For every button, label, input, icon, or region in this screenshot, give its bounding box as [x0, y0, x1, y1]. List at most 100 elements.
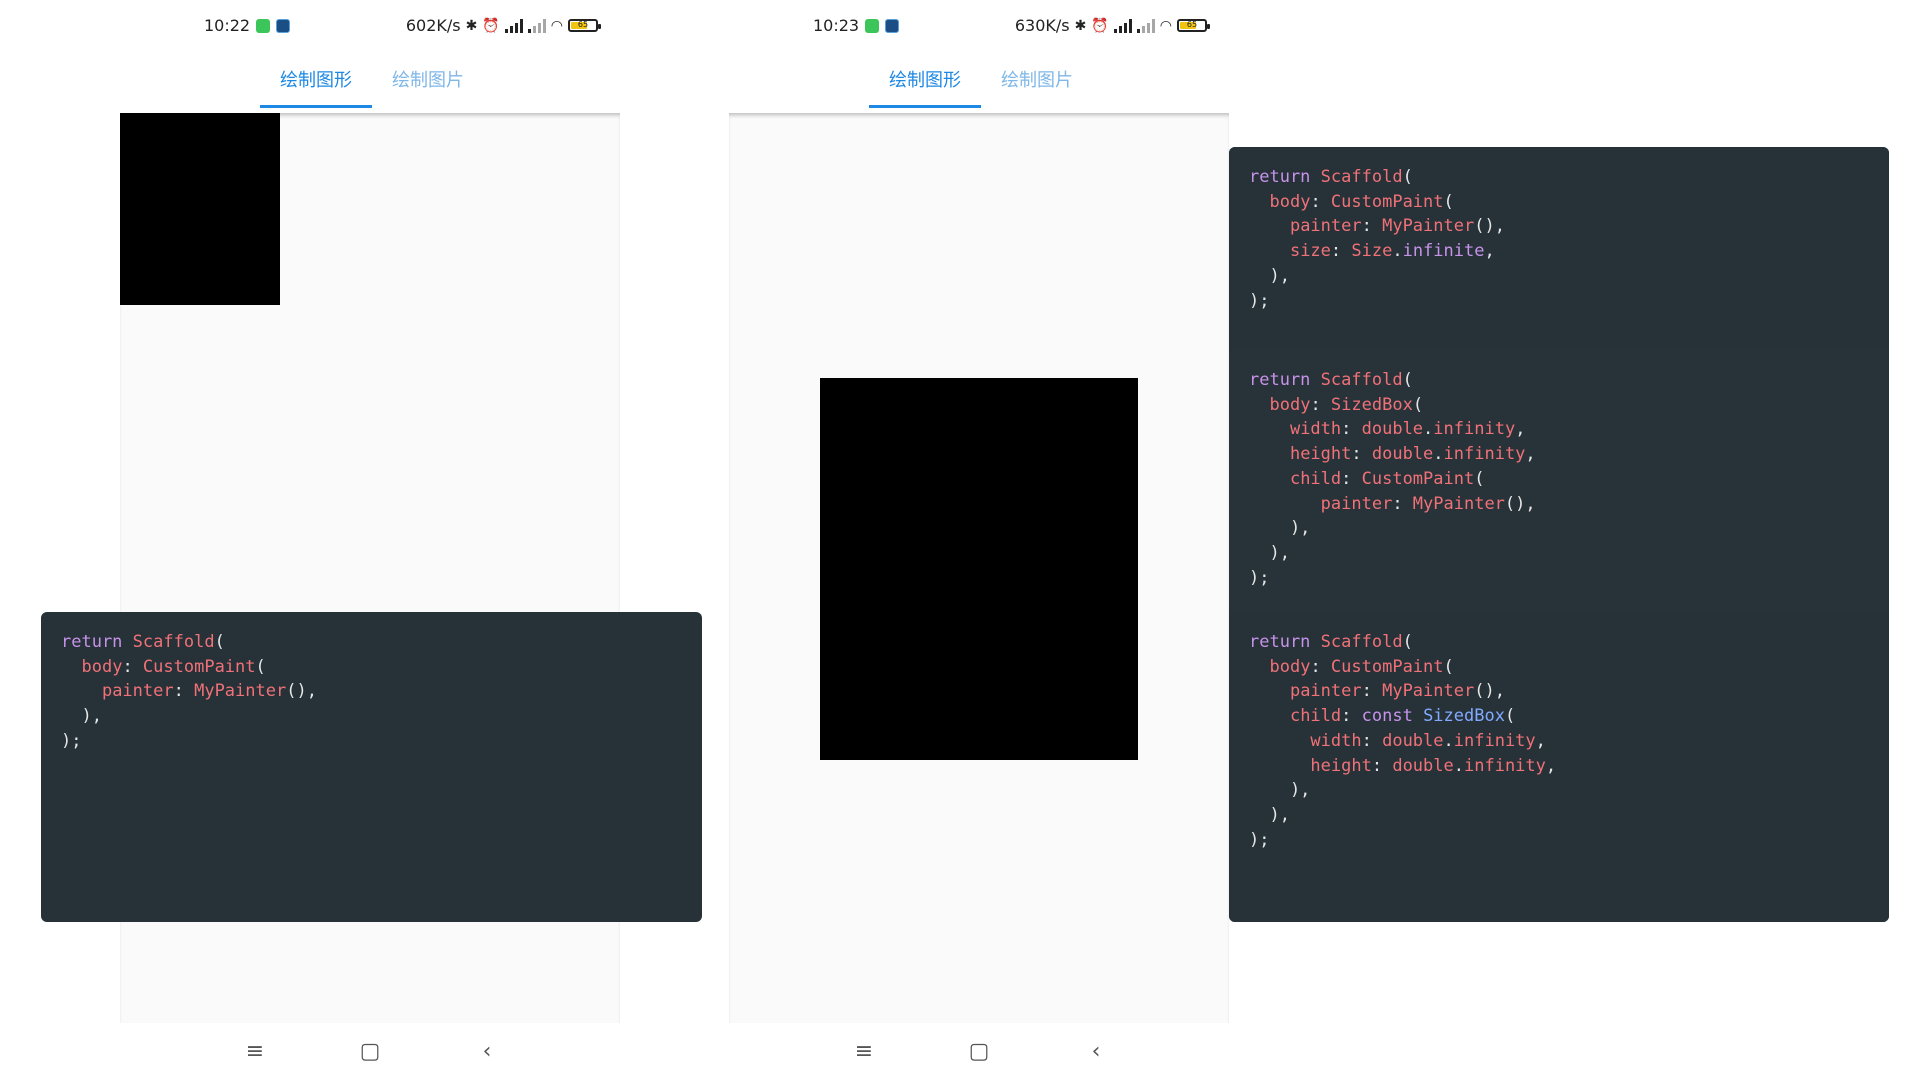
code-token: . [1433, 444, 1444, 465]
status-time: 10:22 [204, 16, 251, 35]
code-token: double [1392, 755, 1454, 776]
code-token: Size [1351, 241, 1393, 262]
code-token: : [1330, 241, 1352, 262]
code-token: body [1269, 191, 1311, 212]
code-line: painter: MyPainter(), [1249, 679, 1556, 704]
code-line: body: CustomPaint( [61, 655, 682, 680]
code-line: child: const SizedBox( [1249, 704, 1556, 729]
code-token: child [1289, 706, 1342, 727]
code-token: ), [1249, 780, 1311, 801]
painted-rectangle [120, 113, 280, 305]
code-snippet-panel: return Scaffold( body: CustomPaint( pain… [1229, 147, 1889, 922]
code-token: MyPainter [194, 681, 287, 702]
code-line: ); [61, 729, 682, 754]
code-block: return Scaffold( body: SizedBox( width: … [1229, 350, 1556, 590]
network-speed: 630K/s [1014, 16, 1070, 35]
app-notification-icon [865, 18, 880, 33]
code-token: SizedBox [1330, 394, 1413, 415]
navigation-bar: ≡ ▢ ‹ [120, 1035, 620, 1075]
network-speed: 602K/s [405, 16, 461, 35]
tab-draw-images[interactable]: 绘制图片 [372, 56, 484, 108]
code-token: double [1371, 444, 1434, 465]
code-token: : [122, 656, 143, 677]
code-token: MyPainter [1412, 493, 1505, 514]
code-token: Scaffold [132, 632, 215, 652]
code-token: ( [1443, 656, 1454, 677]
menu-icon[interactable]: ≡ [240, 1039, 270, 1064]
back-icon[interactable]: ‹ [1081, 1039, 1111, 1064]
code-block: return Scaffold( body: CustomPaint( pain… [1229, 612, 1576, 852]
tab-draw-shapes[interactable]: 绘制图形 [869, 56, 981, 108]
code-line: ), [61, 704, 682, 729]
navigation-bar: ≡ ▢ ‹ [729, 1035, 1229, 1075]
code-line: painter: MyPainter(), [1249, 492, 1536, 517]
code-token: ( [214, 632, 225, 652]
code-line: return Scaffold( [1249, 630, 1556, 655]
code-token: (), [1504, 493, 1536, 514]
code-token: Scaffold [1320, 370, 1403, 390]
code-token: ( [1402, 370, 1413, 390]
paint-canvas [729, 113, 1229, 1023]
code-token: double [1361, 419, 1424, 440]
code-token: : [1310, 191, 1331, 212]
back-icon[interactable]: ‹ [472, 1039, 502, 1064]
code-token: (), [1474, 216, 1505, 237]
code-line: ); [1249, 828, 1556, 853]
signal-icon [504, 18, 523, 33]
code-token: : [1341, 706, 1362, 727]
code-token: . [1392, 241, 1403, 262]
signal-icon [1113, 18, 1132, 33]
code-token: ); [1249, 567, 1270, 588]
wifi-icon: ◠ [1159, 17, 1172, 34]
code-line: child: CustomPaint( [1249, 467, 1536, 492]
code-token: Scaffold [1320, 632, 1403, 652]
code-line: height: double.infinity, [1249, 442, 1536, 467]
code-token: . [1453, 755, 1464, 776]
code-token: height [1310, 755, 1372, 776]
home-icon[interactable]: ▢ [964, 1039, 994, 1064]
code-token: ), [1249, 804, 1290, 825]
code-line: ), [1249, 264, 1505, 289]
code-token: , [1515, 419, 1526, 440]
tab-draw-shapes[interactable]: 绘制图形 [260, 56, 372, 108]
code-token: ); [1249, 829, 1270, 850]
status-bar: 10:23 630K/s ✱ ⏰ ◠ 65 [729, 10, 1229, 44]
code-token: ), [1249, 542, 1290, 563]
code-token: size [1289, 241, 1331, 262]
code-line: width: double.infinity, [1249, 729, 1556, 754]
code-snippet-panel: return Scaffold( body: CustomPaint( pain… [41, 612, 702, 922]
app-notification-icon [256, 18, 271, 33]
battery-icon: 65 [568, 19, 601, 32]
tab-draw-images[interactable]: 绘制图片 [981, 56, 1093, 108]
code-token: CustomPaint [1361, 468, 1475, 489]
code-token: return [1249, 632, 1311, 652]
menu-icon[interactable]: ≡ [849, 1039, 879, 1064]
code-token: painter [1289, 216, 1362, 237]
code-token: painter [1289, 681, 1362, 702]
code-token: MyPainter [1382, 681, 1475, 702]
code-token: ( [1402, 632, 1413, 652]
code-token: CustomPaint [1330, 656, 1444, 677]
code-token: : [1361, 216, 1383, 237]
app-notification-icon [885, 18, 900, 33]
code-line: ); [1249, 289, 1505, 314]
home-icon[interactable]: ▢ [355, 1039, 385, 1064]
code-token: body [81, 656, 123, 677]
code-token: height [1289, 444, 1352, 465]
code-token: : [1310, 394, 1331, 415]
code-token: Scaffold [1320, 167, 1403, 187]
code-token: (), [1474, 681, 1505, 702]
code-token: const [1361, 706, 1413, 727]
code-token: infinite [1402, 241, 1485, 262]
code-token: return [1249, 167, 1311, 187]
battery-icon: 65 [1177, 19, 1210, 32]
code-token: . [1443, 730, 1454, 751]
